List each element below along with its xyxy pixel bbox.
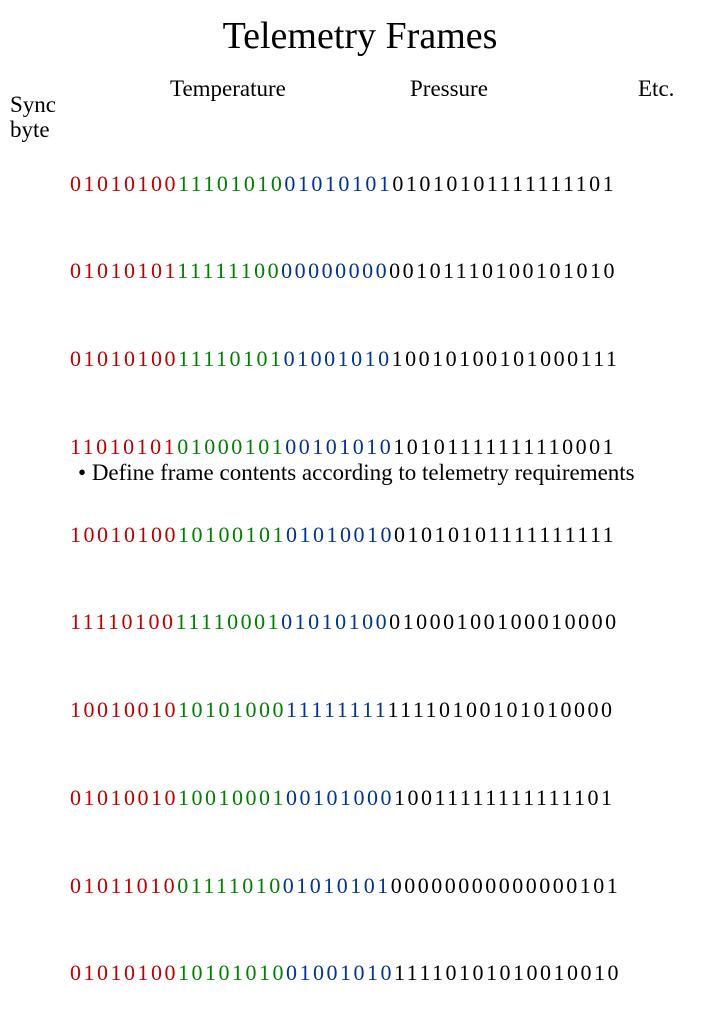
press-segment: 01010101 bbox=[283, 873, 391, 898]
binary-row: 0101010011101010010101010101010111111110… bbox=[70, 169, 621, 198]
etc-segment: 01000100100010000 bbox=[389, 609, 619, 634]
bullet-text: Define frame contents according to telem… bbox=[92, 460, 635, 485]
temp-segment: 11111100 bbox=[177, 258, 281, 283]
sync-segment: 01010100 bbox=[70, 346, 178, 371]
binary-block: 0101010011101010010101010101010111111110… bbox=[70, 110, 621, 1017]
binary-row: 0101010010101010010010101111010101001001… bbox=[70, 958, 621, 987]
etc-segment: 10011111111111101 bbox=[394, 785, 615, 810]
etc-segment: 00000000000000101 bbox=[391, 873, 621, 898]
page-title: Telemetry Frames bbox=[0, 0, 720, 58]
temp-segment: 11101010 bbox=[178, 171, 284, 196]
sync-segment: 10010100 bbox=[70, 522, 178, 547]
label-temperature: Temperature bbox=[170, 76, 286, 102]
temp-segment: 01111010 bbox=[177, 873, 283, 898]
press-segment: 01010010 bbox=[286, 522, 394, 547]
temp-segment: 10010001 bbox=[178, 785, 286, 810]
column-labels: Temperature Pressure Etc. bbox=[0, 76, 720, 106]
sync-segment: 11010101 bbox=[70, 434, 177, 459]
temp-segment: 11110001 bbox=[176, 609, 282, 634]
binary-row: 1111010011110001010101000100010010001000… bbox=[70, 607, 621, 636]
etc-segment: 10101111111110001 bbox=[393, 434, 616, 459]
label-pressure: Pressure bbox=[410, 76, 488, 102]
press-segment: 00101000 bbox=[286, 785, 394, 810]
etc-segment: 00101110100101010 bbox=[389, 258, 617, 283]
etc-segment: 10010100101000111 bbox=[392, 346, 620, 371]
binary-row: 0101010111111100000000000010111010010101… bbox=[70, 256, 621, 285]
sync-segment: 10010010 bbox=[70, 697, 178, 722]
label-etc: Etc. bbox=[638, 76, 674, 102]
sync-segment: 01010101 bbox=[70, 258, 177, 283]
temp-segment: 10101010 bbox=[178, 960, 286, 985]
temp-segment: 01000101 bbox=[177, 434, 285, 459]
etc-segment: 11110100101010000 bbox=[387, 697, 614, 722]
sync-segment: 01010010 bbox=[70, 785, 178, 810]
temp-segment: 11110101 bbox=[178, 346, 284, 371]
temp-segment: 10101000 bbox=[178, 697, 286, 722]
press-segment: 00101010 bbox=[285, 434, 393, 459]
press-segment: 01010100 bbox=[281, 609, 389, 634]
sync-segment: 01010100 bbox=[70, 960, 178, 985]
temp-segment: 10100101 bbox=[178, 522, 286, 547]
binary-row: 1001001010101000111111111111010010101000… bbox=[70, 695, 621, 724]
etc-segment: 01010101111111111 bbox=[394, 522, 616, 547]
press-segment: 01001010 bbox=[286, 960, 394, 985]
etc-segment: 11110101010010010 bbox=[394, 960, 621, 985]
binary-row: 0101101001111010010101010000000000000010… bbox=[70, 871, 621, 900]
sync-segment: 01010100 bbox=[70, 171, 178, 196]
sync-segment: 01011010 bbox=[70, 873, 177, 898]
etc-segment: 01010101111111101 bbox=[392, 171, 616, 196]
binary-row: 1101010101000101001010101010111111111000… bbox=[70, 432, 621, 461]
binary-row: 1001010010100101010100100101010111111111… bbox=[70, 520, 621, 549]
bullet-point: • Define frame contents according to tel… bbox=[78, 460, 635, 486]
binary-row: 0101010011110101010010101001010010100011… bbox=[70, 344, 621, 373]
press-segment: 01010101 bbox=[284, 171, 392, 196]
press-segment: 01001010 bbox=[284, 346, 392, 371]
label-sync-byte: Syncbyte bbox=[10, 92, 56, 143]
binary-row: 0101001010010001001010001001111111111110… bbox=[70, 783, 621, 812]
sync-segment: 11110100 bbox=[70, 609, 176, 634]
press-segment: 11111111 bbox=[286, 697, 387, 722]
press-segment: 00000000 bbox=[281, 258, 389, 283]
